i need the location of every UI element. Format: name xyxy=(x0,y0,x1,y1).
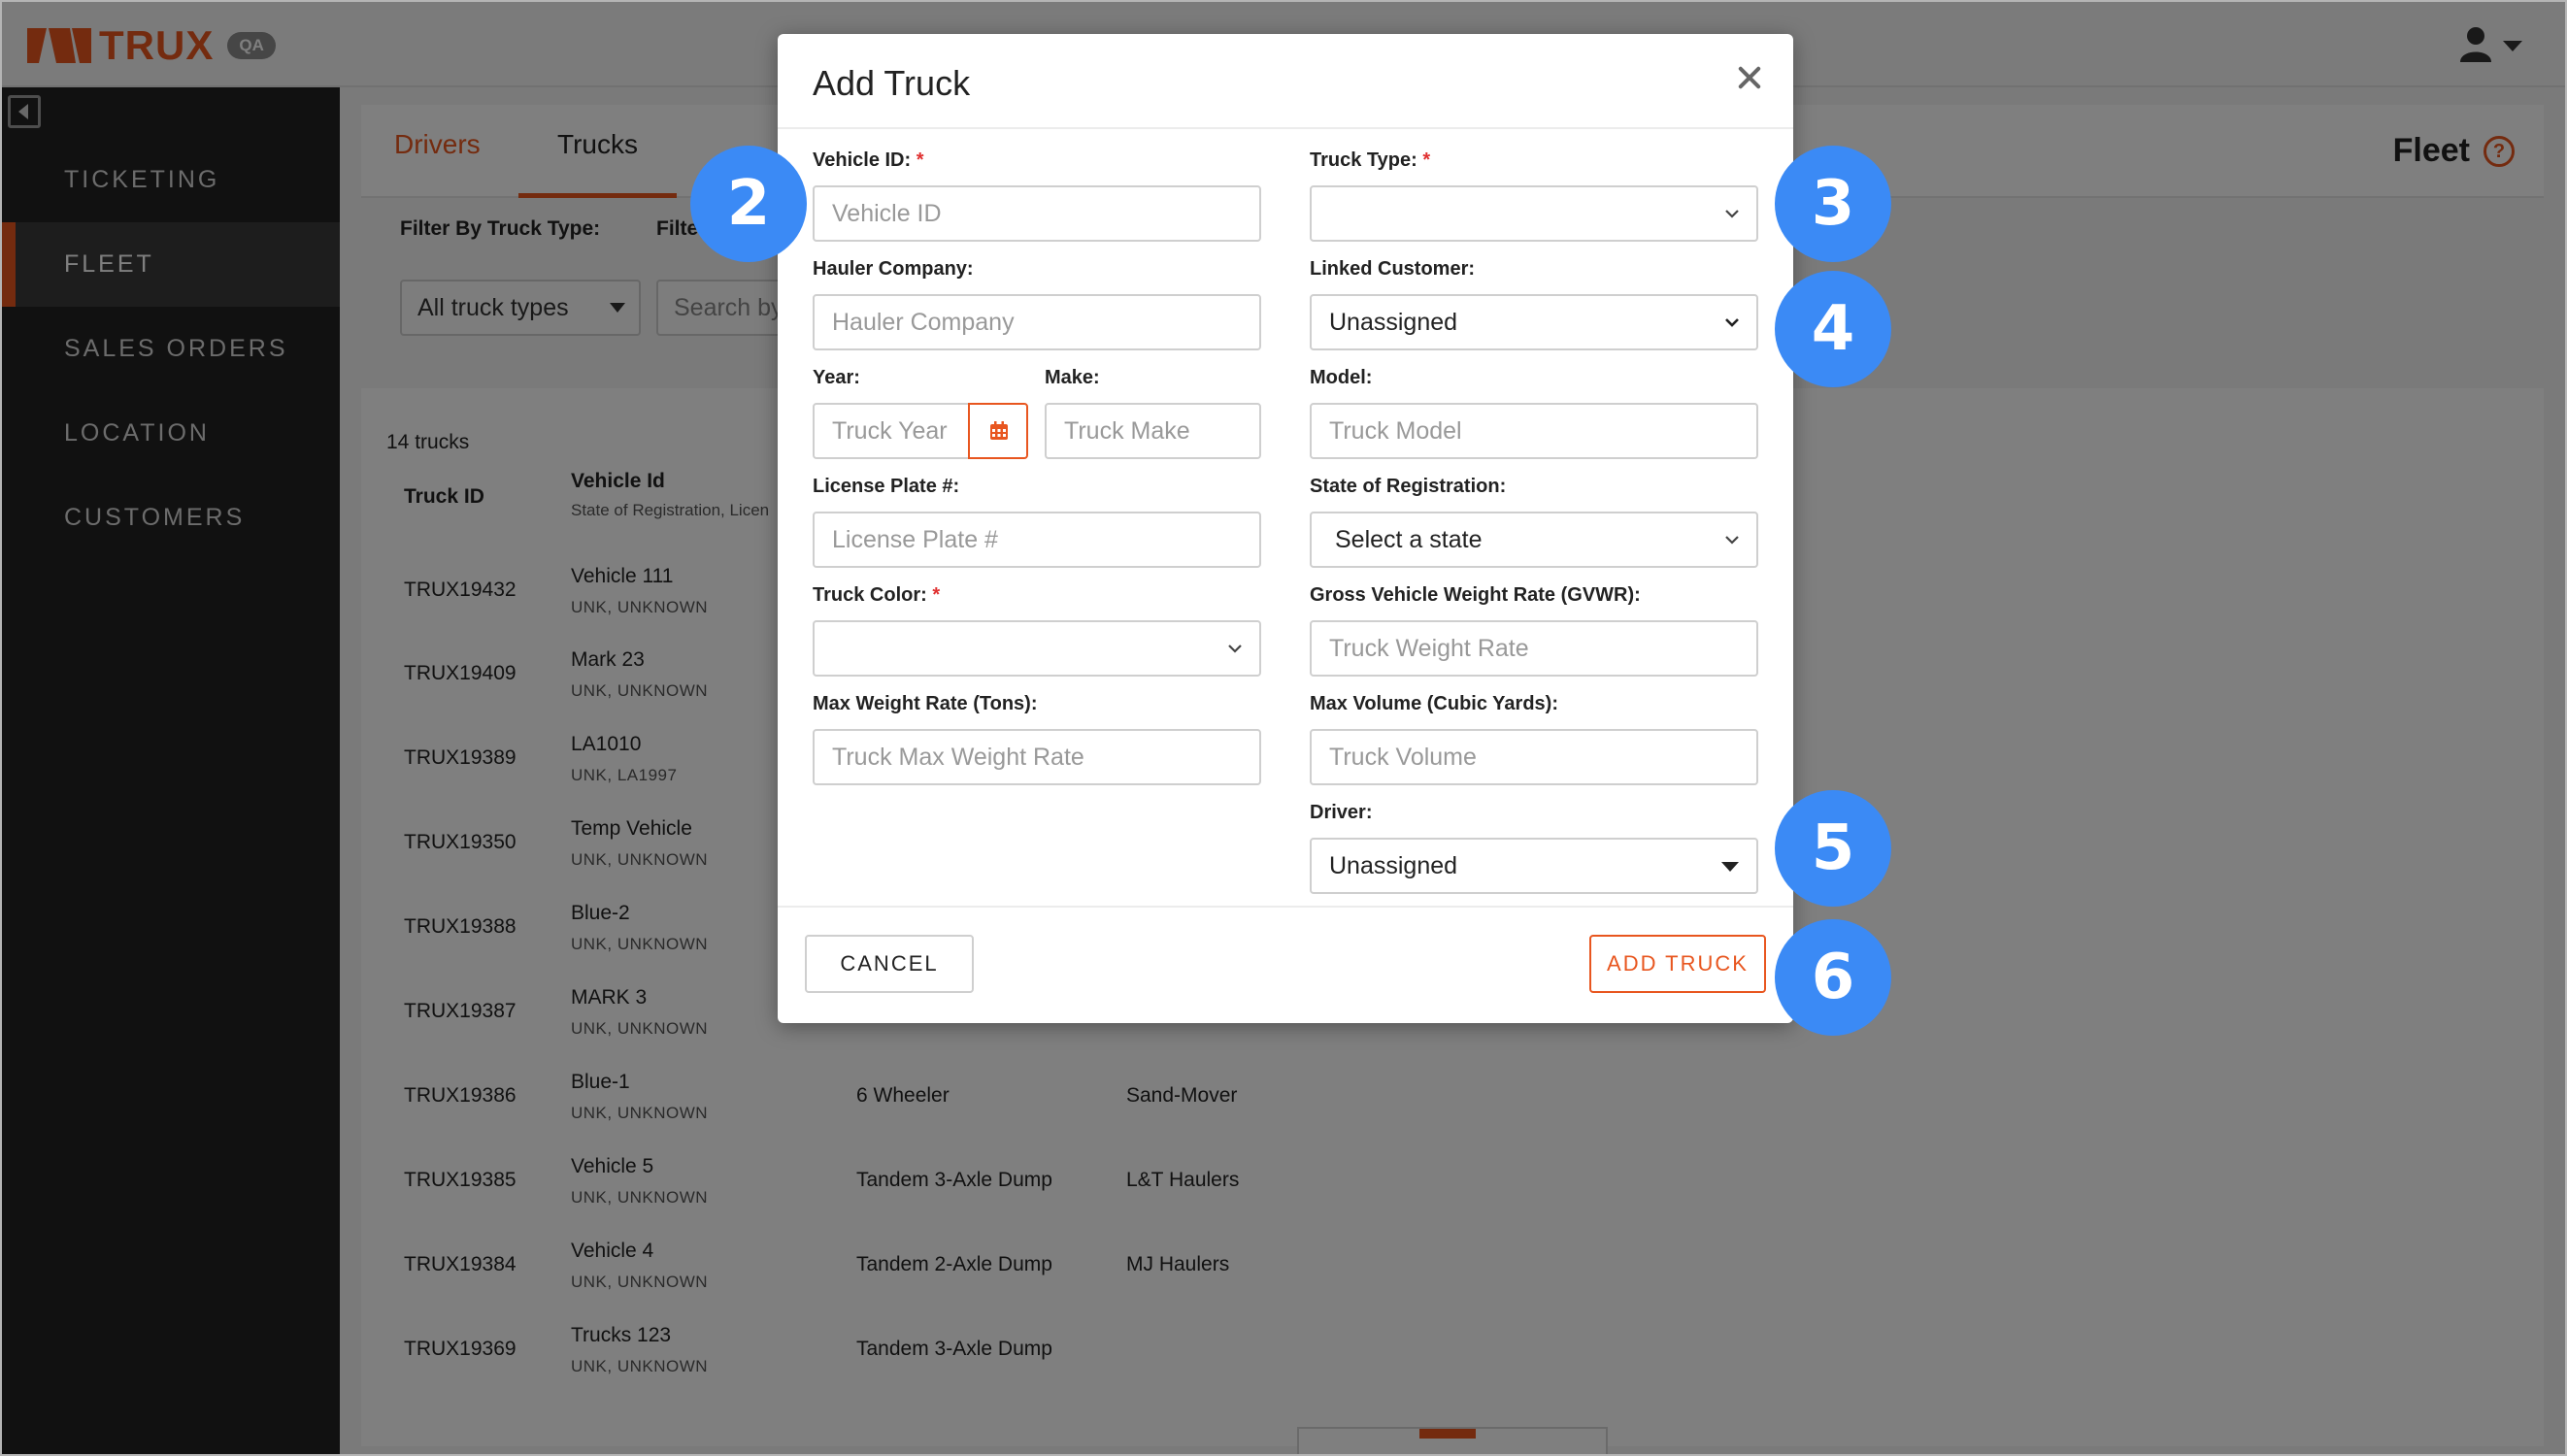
state-of-registration-value: Select a state xyxy=(1335,526,1483,553)
vehicle-id-label-text: Vehicle ID: xyxy=(813,149,912,171)
chevron-down-icon xyxy=(1725,536,1739,545)
app-window: TRUX QA TICKETING FLEET SALES ORDERS LOC… xyxy=(0,0,2567,1456)
make-label: Make: xyxy=(1045,367,1100,388)
hauler-company-label: Hauler Company: xyxy=(813,258,974,280)
chevron-down-icon xyxy=(1228,645,1242,653)
model-input[interactable]: Truck Model xyxy=(1310,403,1758,459)
modal-header: Add Truck xyxy=(778,34,1793,129)
state-of-registration-select[interactable]: Select a state xyxy=(1310,512,1758,568)
gvwr-label: Gross Vehicle Weight Rate (GVWR): xyxy=(1310,584,1641,606)
calendar-icon xyxy=(990,421,1008,440)
license-plate-input[interactable]: License Plate # xyxy=(813,512,1261,568)
required-mark: * xyxy=(916,149,924,171)
linked-customer-label: Linked Customer: xyxy=(1310,258,1476,280)
state-of-registration-label: State of Registration: xyxy=(1310,476,1507,497)
license-plate-label: License Plate #: xyxy=(813,476,960,497)
truck-type-select[interactable] xyxy=(1310,185,1758,242)
truck-type-label-text: Truck Type: xyxy=(1310,149,1417,171)
gvwr-input[interactable]: Truck Weight Rate xyxy=(1310,620,1758,677)
add-truck-button[interactable]: ADD TRUCK xyxy=(1589,935,1766,993)
year-picker-button[interactable] xyxy=(968,403,1028,459)
close-icon[interactable] xyxy=(1735,63,1764,92)
linked-customer-select[interactable]: Unassigned xyxy=(1310,294,1758,350)
max-weight-input[interactable]: Truck Max Weight Rate xyxy=(813,729,1261,785)
max-weight-label: Max Weight Rate (Tons): xyxy=(813,693,1038,714)
step-marker-3: 3 xyxy=(1775,146,1891,262)
max-volume-label: Max Volume (Cubic Yards): xyxy=(1310,693,1558,714)
caret-down-icon xyxy=(1721,862,1739,872)
year-input[interactable]: Truck Year xyxy=(813,403,970,459)
required-mark: * xyxy=(1422,149,1431,171)
driver-select[interactable]: Unassigned xyxy=(1310,838,1758,894)
step-marker-4: 4 xyxy=(1775,271,1891,387)
cancel-button[interactable]: CANCEL xyxy=(805,935,974,993)
driver-value: Unassigned xyxy=(1329,852,1458,879)
hauler-company-input[interactable]: Hauler Company xyxy=(813,294,1261,350)
driver-label: Driver: xyxy=(1310,802,1373,823)
linked-customer-value: Unassigned xyxy=(1329,309,1458,336)
truck-color-label: Truck Color: * xyxy=(813,584,940,607)
vehicle-id-input[interactable]: Vehicle ID xyxy=(813,185,1261,242)
modal-title: Add Truck xyxy=(813,63,971,103)
chevron-down-icon xyxy=(1725,318,1739,327)
chevron-down-icon xyxy=(1725,210,1739,218)
model-label: Model: xyxy=(1310,367,1373,388)
modal-footer: CANCEL ADD TRUCK xyxy=(778,906,1793,1023)
max-volume-input[interactable]: Truck Volume xyxy=(1310,729,1758,785)
truck-color-label-text: Truck Color: xyxy=(813,584,927,606)
step-marker-6: 6 xyxy=(1775,919,1891,1036)
year-label: Year: xyxy=(813,367,860,388)
truck-color-select[interactable] xyxy=(813,620,1261,677)
step-marker-2: 2 xyxy=(690,146,807,262)
truck-type-label: Truck Type: * xyxy=(1310,149,1430,172)
make-input[interactable]: Truck Make xyxy=(1045,403,1261,459)
vehicle-id-label: Vehicle ID: * xyxy=(813,149,924,172)
required-mark: * xyxy=(932,584,941,606)
step-marker-5: 5 xyxy=(1775,790,1891,907)
add-truck-modal: Add Truck Vehicle ID: * Vehicle ID Truck… xyxy=(778,34,1793,1023)
